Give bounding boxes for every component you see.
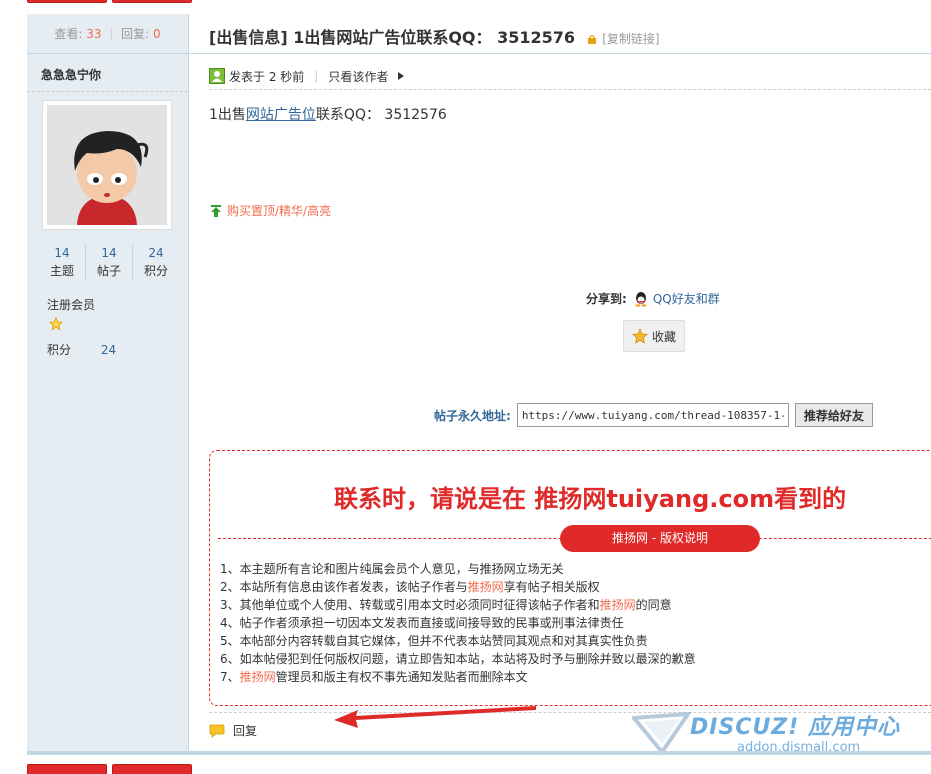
top-new-post-button[interactable] [112,0,192,3]
count-posts[interactable]: 14 帖子 [86,244,133,280]
thread-title: [出售信息] 1出售网站广告位联系QQ： 3512576 [209,28,576,47]
author-sidebar: 查看: 33 | 回复: 0 急急急宁你 14 主题 14 帖子 24 积分 注… [27,14,189,751]
favorite-button[interactable]: 收藏 [623,320,685,352]
watermark-logo [632,711,692,756]
list-item: 4、帖子作者须承担一切因本文发表而直接或间接导致的民事或刑事法律责任 [220,616,624,630]
copyright-notice: 联系时，请说是在 推扬网tuiyang.com看到的 推扬网 - 版权说明 1、… [209,450,931,706]
copyright-pill: 推扬网 - 版权说明 [560,525,760,552]
arrow-right-icon [398,72,405,80]
list-item: 6、如本帖侵犯到任何版权问题，请立即告知本站，本站将及时予与删除并致以最深的歉意 [220,652,696,666]
only-author-link[interactable]: 只看该作者 [328,68,388,85]
post-body: 1出售网站广告位联系QQ： 3512576 [209,107,447,123]
buy-top-link[interactable]: 购买置顶/精华/高亮 [209,202,331,219]
star-icon [49,317,63,331]
avatar[interactable] [42,100,172,230]
top-reply-button[interactable] [27,0,107,3]
count-credits[interactable]: 24 积分 [133,244,179,280]
star-icon [631,328,648,344]
share-qq-link[interactable]: QQ好友和群 [653,290,720,307]
annotation-arrow [334,706,536,728]
replies-count: 0 [153,27,161,41]
post-separator [27,751,931,755]
body-link[interactable]: 网站广告位 [246,107,316,123]
arrow-up-icon [211,204,221,217]
count-threads[interactable]: 14 主题 [39,244,86,280]
list-item: 7、推扬网管理员和版主有权不事先通知发贴者而删除本文 [220,670,528,684]
thread-title-row: [出售信息] 1出售网站广告位联系QQ： 3512576 [复制链接] [189,14,931,54]
watermark-brand: DISCUZ! 应用中心 [690,715,900,740]
author-name[interactable]: 急急急宁你 [27,54,188,92]
list-item: 1、本主题所有言论和图片纯属会员个人意见，与推扬网立场无关 [220,562,564,576]
views-count: 33 [86,27,102,41]
qq-icon[interactable] [633,291,649,307]
bottom-reply-button[interactable] [27,764,107,774]
list-item: 3、其他单位或个人使用、转载或引用本文时必须同时征得该帖子作者和推扬网的同意 [220,598,672,612]
recommend-button[interactable]: 推荐给好友 [794,403,873,427]
author-counts: 14 主题 14 帖子 24 积分 [39,244,179,280]
list-item: 2、本站所有信息由该作者发表，该帖子作者与推扬网享有帖子相关版权 [220,580,600,594]
reply-bubble-icon [209,724,225,738]
list-item: 5、本帖部分内容转载自其它媒体，但并不代表本站赞同其观点和对其真实性负责 [220,634,648,648]
reply-link[interactable]: 回复 [209,722,257,739]
divider [209,89,931,90]
copy-link[interactable]: [复制链接] [602,32,659,46]
credit-row: 积分 24 [47,343,117,357]
copyright-list: 1、本主题所有言论和图片纯属会员个人意见，与推扬网立场无关 2、本站所有信息由该… [220,560,696,686]
user-group[interactable]: 注册会员 [47,296,95,313]
bottom-new-post-button[interactable] [112,764,192,774]
avatar-image [47,105,167,225]
permalink-input[interactable] [516,403,789,427]
thread-stats: 查看: 33 | 回复: 0 [27,14,188,54]
post-time: 发表于 2 秒前 [229,69,305,84]
post-content: [出售信息] 1出售网站广告位联系QQ： 3512576 [复制链接] 发表于 … [189,14,931,751]
post-meta: 发表于 2 秒前 | 只看该作者 [209,66,929,86]
share-row: 分享到: QQ好友和群 [586,290,720,307]
online-user-icon [209,68,225,84]
lock-icon [587,34,596,44]
permalink-row: 帖子永久地址: 推荐给好友 [434,403,873,427]
contact-headline: 联系时，请说是在 推扬网tuiyang.com看到的 [334,485,847,513]
